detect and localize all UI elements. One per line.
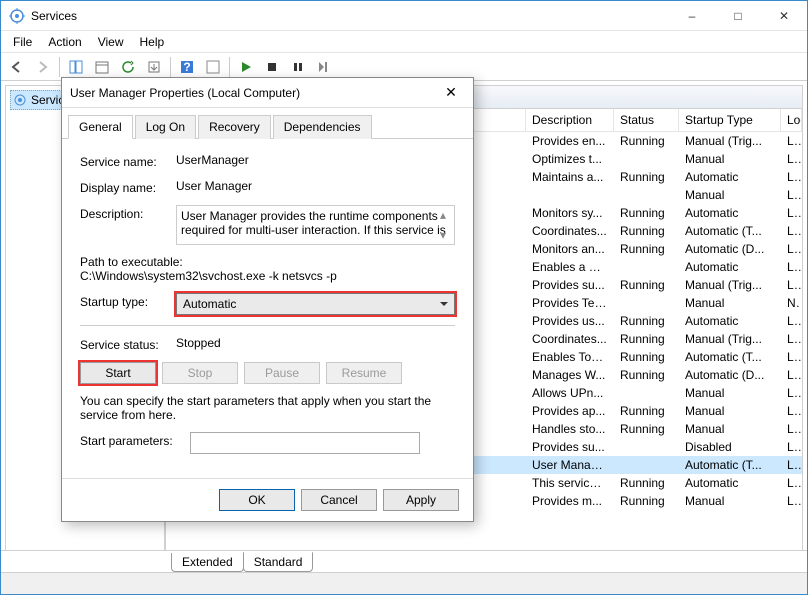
col-description[interactable]: Description [526,109,614,131]
tab-general[interactable]: General [68,115,133,139]
menu-action[interactable]: Action [40,33,89,51]
menu-file[interactable]: File [5,33,40,51]
window-title: Services [31,9,669,23]
tab-standard[interactable]: Standard [243,552,314,572]
menu-help[interactable]: Help [132,33,173,51]
scroll-up-icon[interactable]: ▴ [440,208,452,222]
minimize-button[interactable]: – [669,1,715,31]
close-button[interactable]: ✕ [761,1,807,31]
gear-icon [13,93,27,107]
value-service-status: Stopped [176,336,455,350]
status-bar [1,572,807,594]
description-box[interactable]: User Manager provides the runtime compon… [176,205,455,245]
start-params-input[interactable] [190,432,420,454]
show-hide-tree-button[interactable] [64,55,88,79]
pause-button: Pause [244,362,320,384]
stop-button: Stop [162,362,238,384]
maximize-button[interactable]: □ [715,1,761,31]
col-startup[interactable]: Startup Type [679,109,781,131]
label-start-params: Start parameters: [80,432,190,448]
properties-dialog: User Manager Properties (Local Computer)… [61,77,474,522]
value-service-name: UserManager [176,153,455,167]
help2-button[interactable] [201,55,225,79]
start-params-note: You can specify the start parameters tha… [80,394,455,422]
label-description: Description: [80,205,176,221]
forward-button[interactable] [31,55,55,79]
label-service-name: Service name: [80,153,176,169]
cancel-button[interactable]: Cancel [301,489,377,511]
tab-recovery[interactable]: Recovery [198,115,271,139]
refresh-button[interactable] [116,55,140,79]
value-display-name: User Manager [176,179,455,193]
col-status[interactable]: Status [614,109,679,131]
tab-logon[interactable]: Log On [135,115,196,139]
label-display-name: Display name: [80,179,176,195]
properties-button[interactable] [90,55,114,79]
col-logon[interactable]: Log On As [781,109,802,131]
description-text: User Manager provides the runtime compon… [181,209,446,237]
startup-type-value: Automatic [183,297,236,311]
tab-extended[interactable]: Extended [171,553,244,572]
export-button[interactable] [142,55,166,79]
services-app-icon [9,8,25,24]
value-path: C:\Windows\system32\svchost.exe -k netsv… [80,269,455,283]
label-service-status: Service status: [80,336,176,352]
stop-service-icon[interactable] [260,55,284,79]
tab-dependencies[interactable]: Dependencies [273,115,372,139]
label-startup-type: Startup type: [80,293,176,309]
resume-button: Resume [326,362,402,384]
apply-button[interactable]: Apply [383,489,459,511]
label-path: Path to executable: [80,255,455,269]
scroll-down-icon[interactable]: ▾ [440,228,452,242]
menu-view[interactable]: View [90,33,132,51]
menu-bar: File Action View Help [1,31,807,53]
dialog-close-button[interactable]: ✕ [437,79,465,107]
pause-service-icon[interactable] [286,55,310,79]
svg-text:?: ? [183,60,190,74]
start-button[interactable]: Start [80,362,156,384]
help-button[interactable]: ? [175,55,199,79]
start-service-icon[interactable] [234,55,258,79]
restart-service-icon[interactable] [312,55,336,79]
back-button[interactable] [5,55,29,79]
ok-button[interactable]: OK [219,489,295,511]
startup-type-combo[interactable]: Automatic [176,293,455,315]
dialog-title: User Manager Properties (Local Computer) [70,86,437,100]
